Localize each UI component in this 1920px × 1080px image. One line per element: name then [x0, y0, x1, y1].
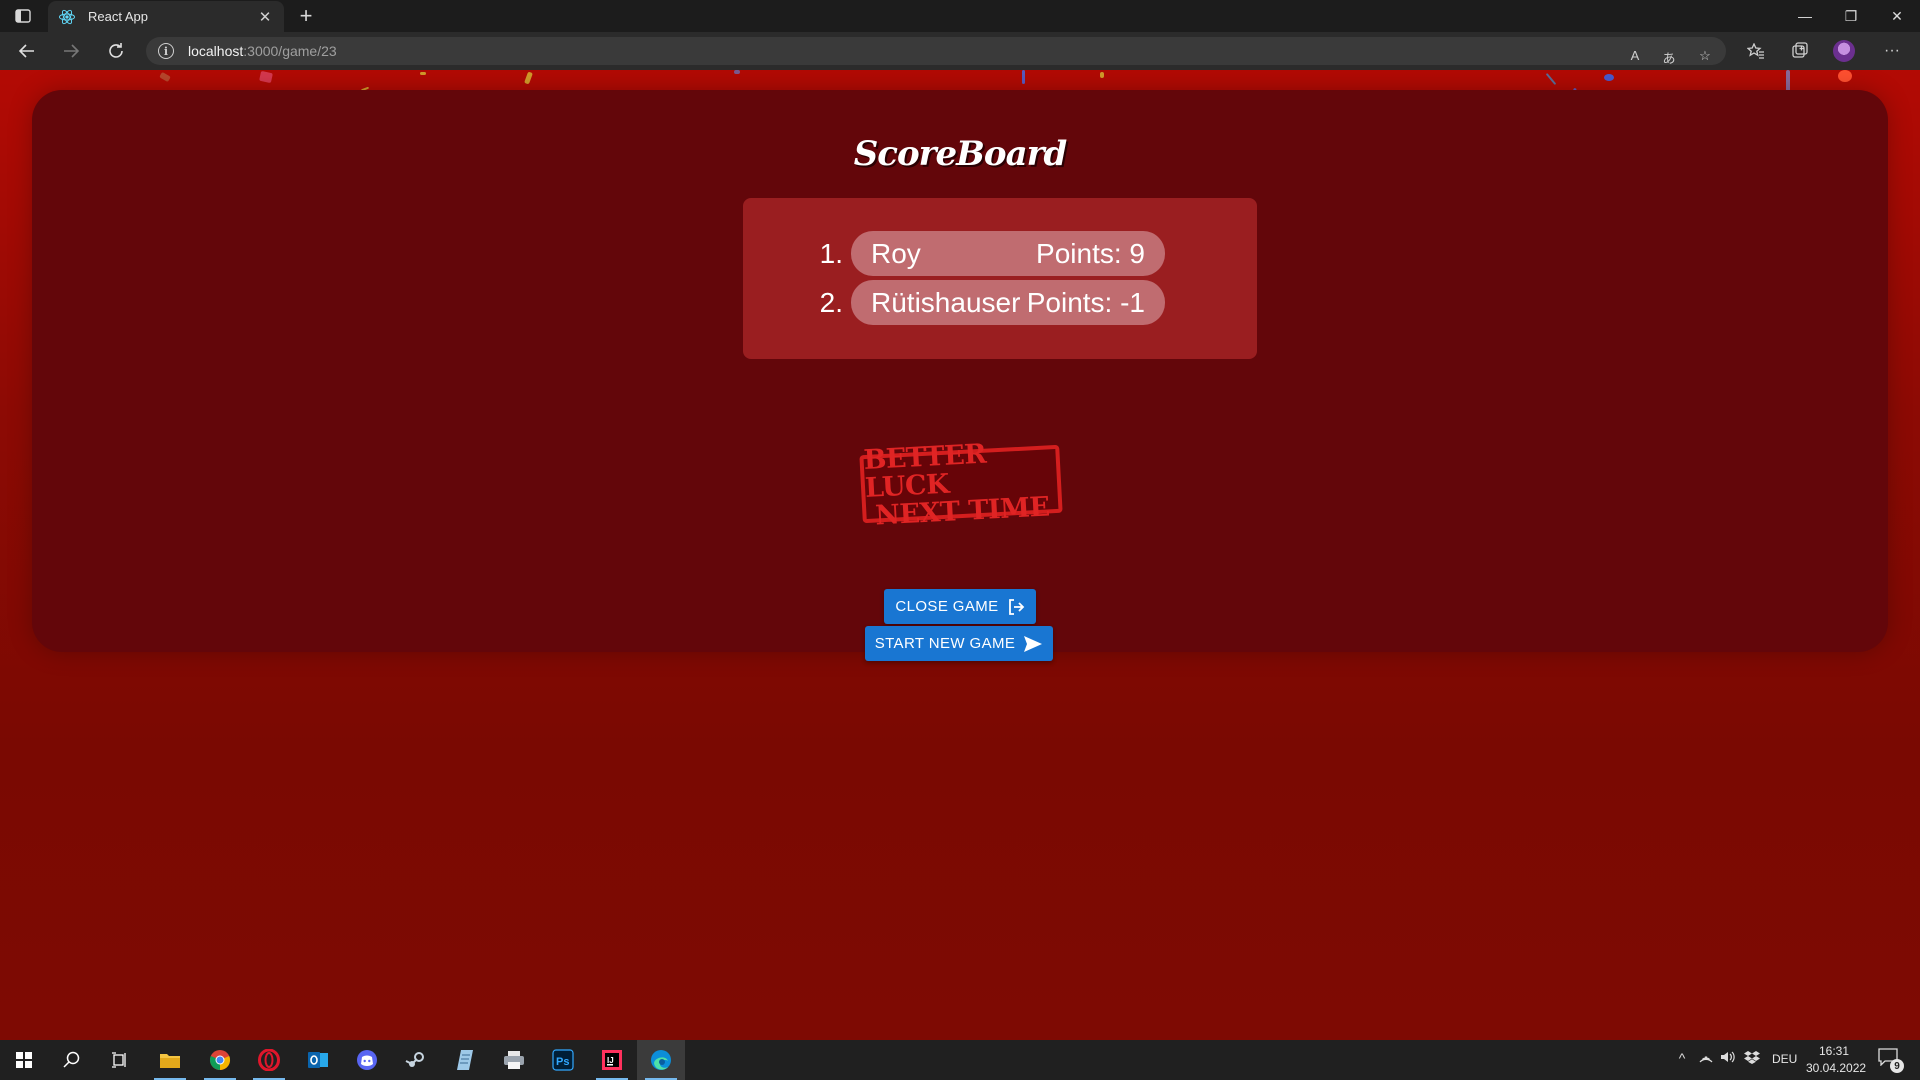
confetti-piece — [1022, 70, 1025, 84]
back-arrow-icon — [18, 44, 34, 58]
score-rank: 1. — [819, 237, 843, 269]
dropbox-icon[interactable] — [1742, 1050, 1762, 1067]
browser-tab-bar: React App ✕ + — ❐ ✕ — [0, 0, 1920, 32]
url-path: :3000/game/23 — [243, 43, 337, 59]
confetti-piece — [524, 71, 533, 85]
file-explorer-icon[interactable] — [146, 1040, 194, 1080]
intellij-icon[interactable]: IJ — [588, 1040, 636, 1080]
notification-count-badge: 9 — [1890, 1059, 1904, 1073]
tab-title: React App — [88, 9, 148, 24]
player-name: Rütishauser — [871, 286, 1021, 318]
minimize-button[interactable]: — — [1782, 0, 1828, 32]
forward-arrow-icon — [64, 44, 80, 58]
task-view-icon[interactable] — [96, 1040, 144, 1080]
player-points: Points: 9 — [1036, 237, 1145, 269]
confetti-piece — [1604, 74, 1614, 81]
photoshop-icon[interactable]: Ps — [539, 1040, 587, 1080]
close-game-button[interactable]: CLOSE GAME — [884, 589, 1036, 624]
confetti-piece — [159, 71, 171, 83]
page-viewport: ScoreBoard 1. Roy Points: 9 2. Rütishaus… — [0, 70, 1920, 1040]
browser-tab[interactable]: React App ✕ — [48, 1, 284, 32]
confetti-piece — [734, 70, 740, 74]
tab-close-icon[interactable]: ✕ — [256, 8, 274, 26]
show-hidden-icons-chevron-icon[interactable]: ^ — [1672, 1050, 1692, 1066]
player-name: Roy — [871, 237, 921, 269]
translate-icon[interactable]: あ — [1658, 48, 1680, 67]
react-icon — [59, 9, 75, 24]
score-row: 2. Rütishauser Points: -1 — [807, 280, 1165, 325]
opera-icon[interactable] — [245, 1040, 293, 1080]
close-game-label: CLOSE GAME — [895, 598, 999, 615]
page-title: ScoreBoard — [853, 134, 1068, 174]
windows-taskbar: Ps IJ ^ DEU 16:31 30.04.2022 9 — [0, 1040, 1920, 1080]
forward-button[interactable] — [56, 37, 86, 65]
confetti-piece — [1100, 72, 1104, 78]
confetti-piece — [1545, 72, 1557, 86]
site-info-icon[interactable]: i — [158, 43, 174, 59]
printer-icon[interactable] — [490, 1040, 538, 1080]
collections-icon[interactable] — [1785, 37, 1815, 65]
better-luck-stamp: BETTER LUCK NEXT TIME — [859, 439, 1063, 532]
profile-avatar[interactable] — [1833, 40, 1855, 62]
score-rank: 2. — [819, 286, 843, 318]
edge-icon[interactable] — [637, 1040, 685, 1080]
back-button[interactable] — [12, 37, 42, 65]
settings-more-button[interactable]: ··· — [1877, 37, 1907, 65]
outlook-icon[interactable] — [294, 1040, 342, 1080]
confetti-piece — [1838, 70, 1852, 82]
url-bar[interactable]: i localhost:3000/game/23 A あ ☆ — [146, 37, 1726, 67]
url-host: localhost — [188, 43, 244, 59]
score-row: 1. Roy Points: 9 — [807, 231, 1165, 276]
start-new-game-label: START NEW GAME — [874, 635, 1016, 652]
notepad-icon[interactable] — [441, 1040, 489, 1080]
restore-button[interactable]: ❐ — [1828, 0, 1874, 32]
discord-icon[interactable] — [343, 1040, 391, 1080]
clock-date: 30.04.2022 — [1806, 1061, 1867, 1075]
stamp-line-2: NEXT TIME — [874, 491, 1051, 532]
score-pill: Rütishauser Points: -1 — [851, 280, 1165, 325]
game-card: ScoreBoard 1. Roy Points: 9 2. Rütishaus… — [32, 90, 1888, 661]
svg-text:Ps: Ps — [556, 1056, 569, 1068]
system-clock[interactable]: 16:31 30.04.2022 — [1806, 1043, 1867, 1077]
start-icon[interactable] — [0, 1040, 48, 1080]
input-language[interactable]: DEU — [1772, 1052, 1797, 1066]
tab-actions-icon[interactable] — [12, 6, 34, 26]
player-points: Points: -1 — [1026, 286, 1145, 318]
confetti-piece — [259, 70, 273, 84]
confetti-piece — [420, 72, 426, 75]
read-aloud-icon[interactable]: A — [1624, 48, 1646, 63]
confetti-piece — [1786, 70, 1790, 92]
reload-icon — [109, 43, 123, 58]
clock-time: 16:31 — [1818, 1044, 1850, 1058]
start-new-game-button[interactable]: START NEW GAME — [865, 626, 1053, 661]
volume-icon[interactable] — [1718, 1050, 1738, 1067]
svg-text:IJ: IJ — [607, 1056, 614, 1065]
score-pill: Roy Points: 9 — [851, 231, 1165, 276]
add-favorite-icon[interactable]: ☆ — [1694, 48, 1716, 64]
reload-button[interactable] — [101, 37, 131, 65]
address-toolbar: i localhost:3000/game/23 A あ ☆ ··· — [0, 32, 1920, 70]
action-center-icon[interactable]: 9 — [1878, 1048, 1904, 1073]
exit-icon — [1008, 598, 1024, 615]
close-window-button[interactable]: ✕ — [1874, 0, 1920, 32]
network-icon[interactable] — [1696, 1050, 1716, 1067]
chrome-icon[interactable] — [196, 1040, 244, 1080]
new-tab-button[interactable]: + — [293, 3, 319, 29]
send-icon — [1024, 635, 1043, 652]
steam-icon[interactable] — [392, 1040, 440, 1080]
search-icon[interactable] — [48, 1040, 96, 1080]
scoreboard-list: 1. Roy Points: 9 2. Rütishauser Points: … — [743, 198, 1257, 359]
favorites-icon[interactable] — [1741, 37, 1771, 65]
